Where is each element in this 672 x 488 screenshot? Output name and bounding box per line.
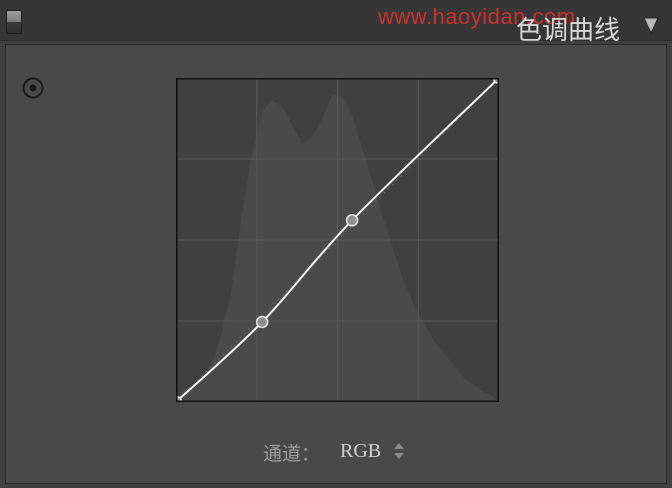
- tone-curve-panel: www.haoyidan.com 色调曲线 通道： RGB: [0, 0, 672, 488]
- up-down-arrows-icon: [394, 443, 405, 459]
- channel-row: 通道： RGB: [0, 437, 672, 467]
- channel-value: RGB: [340, 439, 382, 462]
- target-adjust-icon[interactable]: [21, 76, 45, 100]
- curve-control-point[interactable]: [345, 214, 359, 227]
- tone-curve-graph[interactable]: [176, 78, 499, 402]
- panel-switch-icon[interactable]: [6, 10, 22, 34]
- triangle-down-icon[interactable]: [641, 14, 661, 36]
- channel-label: 通道：: [263, 443, 321, 465]
- channel-select[interactable]: RGB: [340, 437, 405, 465]
- panel-title: 色调曲线: [515, 16, 620, 46]
- panel-header: www.haoyidan.com 色调曲线: [0, 0, 672, 46]
- curve-control-point[interactable]: [255, 315, 269, 329]
